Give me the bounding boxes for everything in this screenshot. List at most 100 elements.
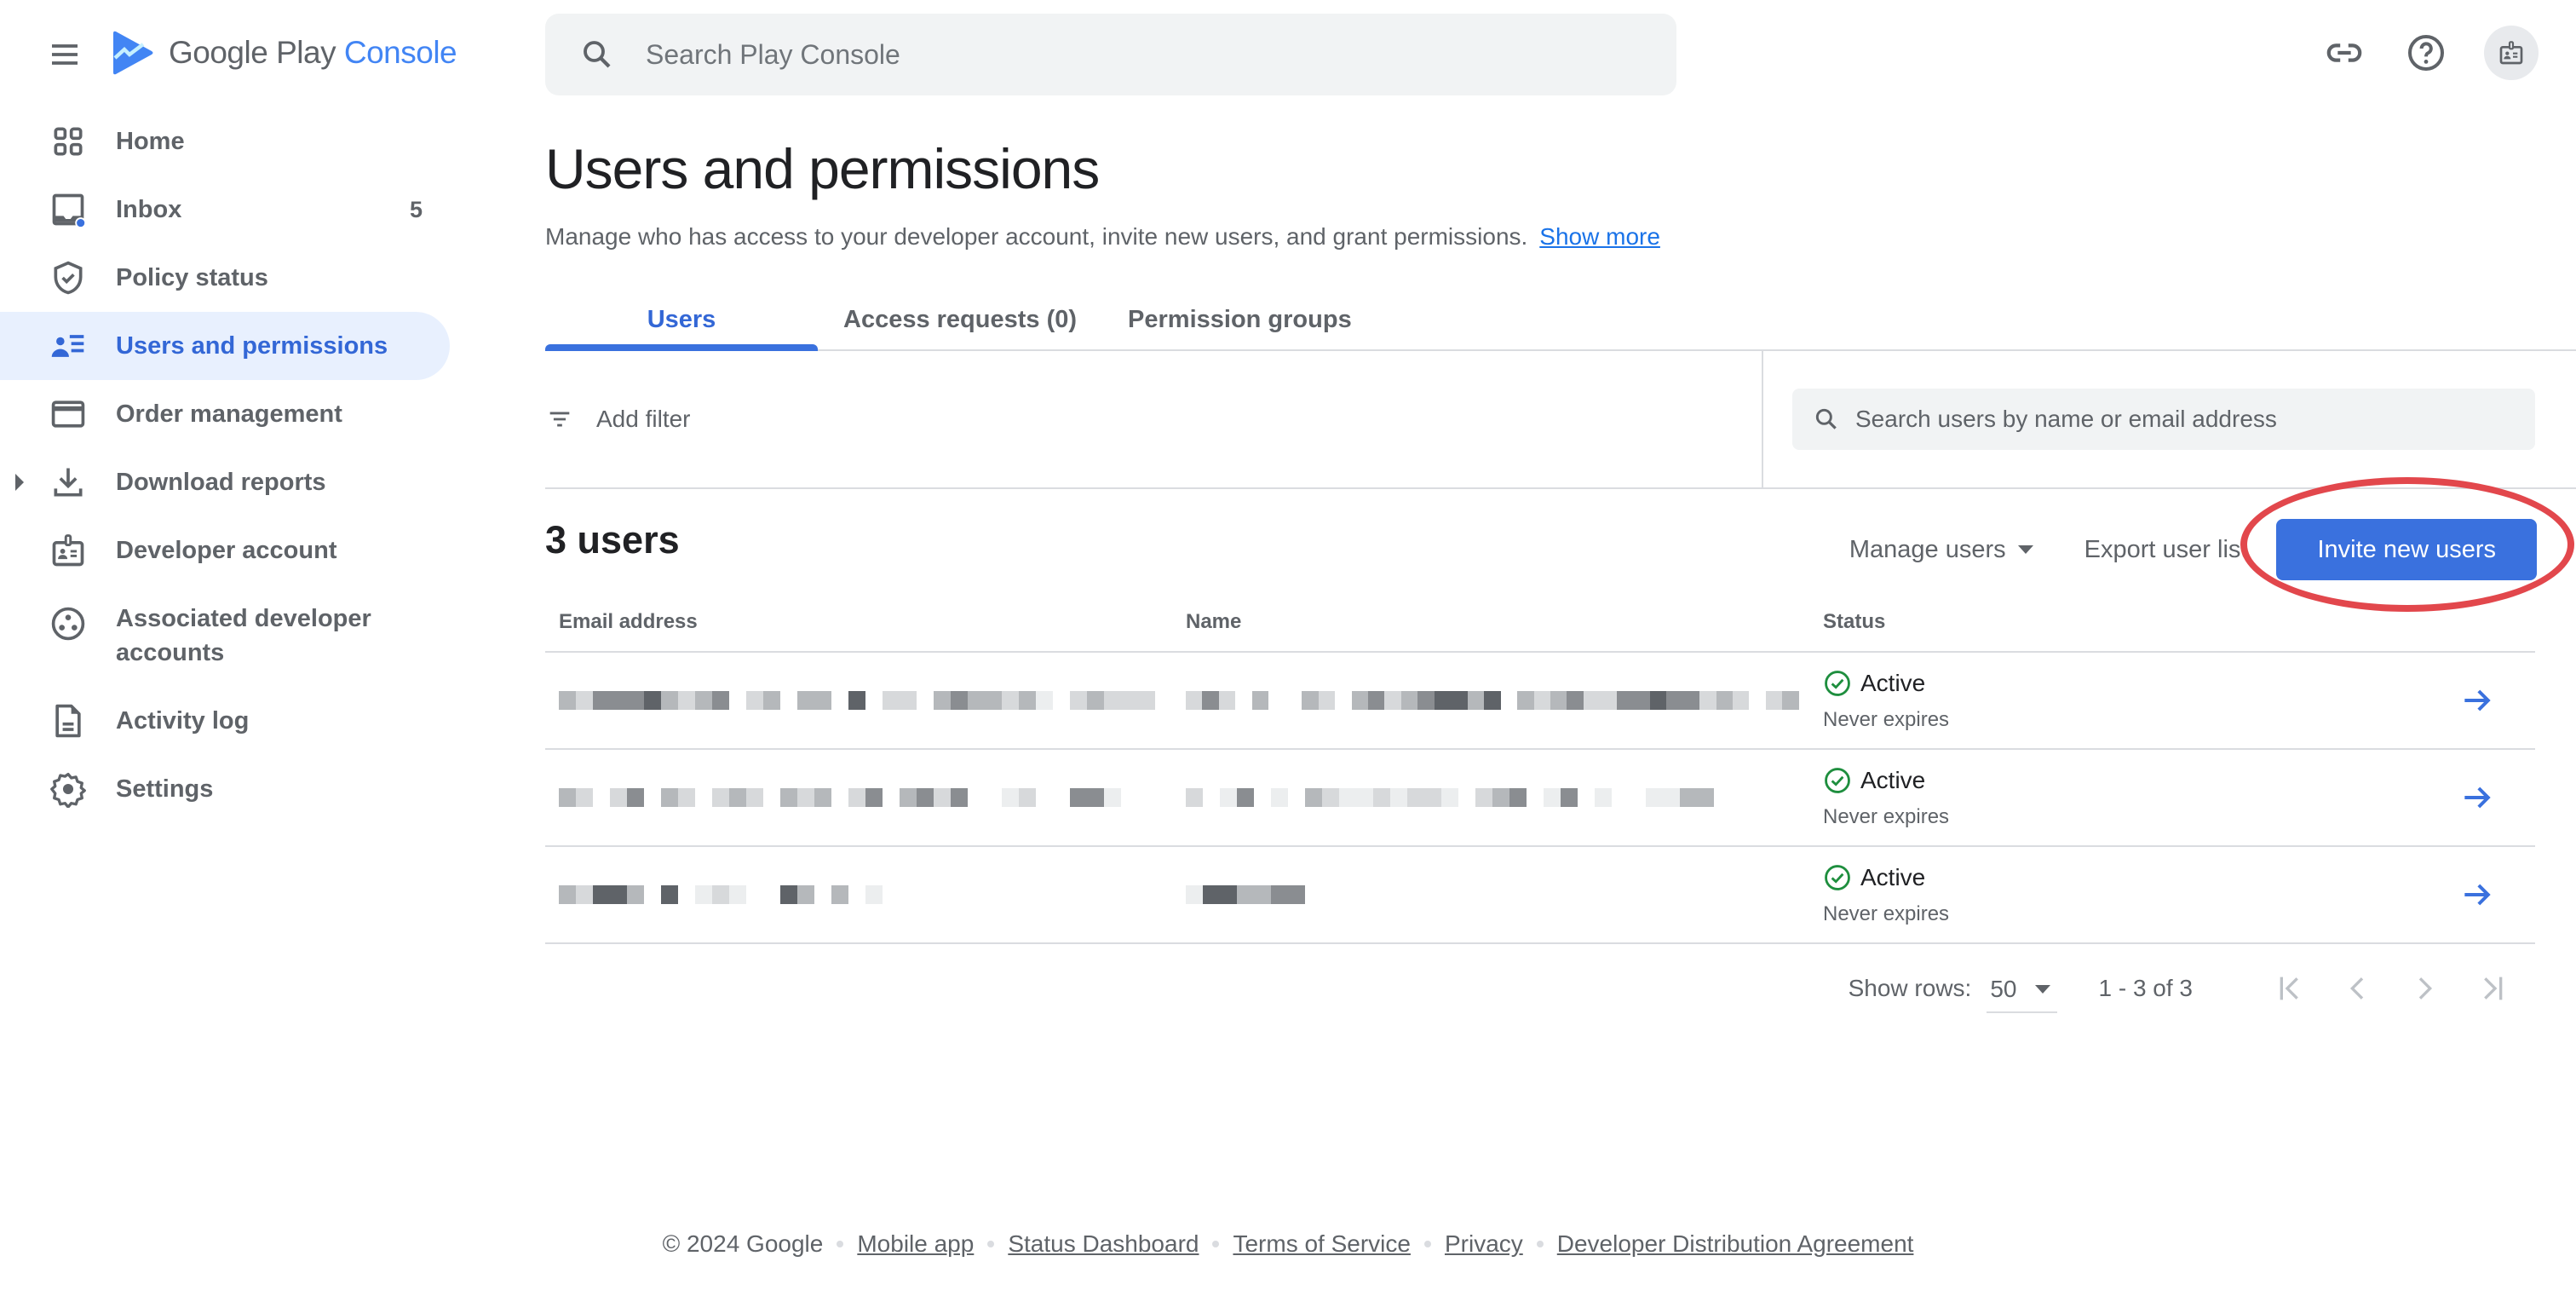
rows-per-page-select[interactable]: 50 [1987, 976, 2058, 1013]
footer-link-status-dashboard[interactable]: Status Dashboard [1008, 1230, 1199, 1258]
help-button[interactable] [2402, 29, 2450, 77]
export-user-list-button[interactable]: Export user list [2084, 536, 2248, 564]
tab-users[interactable]: Users [545, 290, 818, 351]
global-search-input[interactable] [646, 38, 1583, 71]
redaction-pixel [695, 788, 712, 807]
list-actions: Manage users Export user list Invite new… [1849, 519, 2537, 580]
first-page-button[interactable] [2273, 967, 2310, 1010]
invite-new-users-button[interactable]: Invite new users [2276, 519, 2537, 580]
sidebar-item-label: Associated developer accounts [116, 605, 371, 666]
email-cell [545, 690, 1172, 711]
sidebar-item-home[interactable]: Home [0, 107, 450, 176]
sidebar-nav: Home Inbox 5 Policy status Users and per… [0, 107, 460, 823]
footer-link-terms-of-service[interactable]: Terms of Service [1233, 1230, 1411, 1258]
redaction-pixel [1053, 788, 1070, 807]
column-header-email[interactable]: Email address [545, 610, 1172, 634]
sidebar-item-associated-developer-accounts[interactable]: Associated developer accounts [0, 585, 450, 687]
redaction-pixel [712, 691, 729, 710]
previous-page-button[interactable] [2339, 967, 2377, 1010]
redaction-pixel [1441, 788, 1458, 807]
redaction-pixel [1749, 691, 1765, 710]
sidebar-item-settings[interactable]: Settings [0, 755, 450, 823]
column-header-name[interactable]: Name [1172, 610, 1799, 634]
footer-link-mobile-app[interactable]: Mobile app [857, 1230, 974, 1258]
arrow-right-icon[interactable] [2458, 682, 2496, 719]
manage-users-dropdown[interactable]: Manage users [1849, 536, 2033, 564]
last-page-icon [2484, 976, 2503, 1000]
redaction-pixel [1716, 691, 1733, 710]
redaction-pixel [917, 788, 934, 807]
table-row[interactable]: Active Never expires [545, 653, 2535, 750]
redaction-pixel [1384, 691, 1401, 710]
redaction-pixel [559, 885, 576, 904]
play-console-logo[interactable]: Google Play Console [112, 29, 457, 77]
sidebar-item-inbox[interactable]: Inbox 5 [0, 176, 450, 244]
redaction-pixel [763, 691, 780, 710]
group-circle-icon [51, 607, 85, 640]
copy-link-button[interactable] [2320, 29, 2368, 77]
sidebar-item-download-reports[interactable]: Download reports [0, 448, 450, 516]
redaction-pixel [1186, 885, 1203, 904]
check-circle-icon [1825, 865, 1850, 890]
redaction-pixel [712, 885, 729, 904]
next-page-button[interactable] [2406, 967, 2443, 1010]
redaction-pixel [1288, 788, 1305, 807]
arrow-right-icon[interactable] [2458, 779, 2496, 816]
main-menu-button[interactable] [48, 37, 89, 72]
table-row[interactable]: Active Never expires [545, 750, 2535, 847]
redaction-pixel [1285, 691, 1302, 710]
show-more-link[interactable]: Show more [1539, 223, 1660, 250]
sidebar-item-policy-status[interactable]: Policy status [0, 244, 450, 312]
footer-link-privacy[interactable]: Privacy [1445, 1230, 1523, 1258]
caret-down-icon [2017, 545, 2033, 554]
global-search-bar[interactable] [545, 14, 1676, 95]
redacted-email [559, 690, 1172, 711]
page-description: Manage who has access to your developer … [545, 223, 1660, 251]
search-icon [584, 41, 611, 68]
redaction-pixel [729, 885, 746, 904]
redaction-pixel [1484, 691, 1501, 710]
expand-caret-icon[interactable] [15, 474, 24, 491]
redaction-pixel [951, 691, 968, 710]
tab-permission-groups[interactable]: Permission groups [1102, 290, 1377, 349]
redaction-pixel [865, 885, 883, 904]
sidebar-item-activity-log[interactable]: Activity log [0, 687, 450, 755]
sidebar-item-developer-account[interactable]: Developer account [0, 516, 450, 585]
redaction-pixel [1732, 691, 1750, 710]
redaction-pixel [814, 691, 831, 710]
separator-dot [987, 1241, 995, 1247]
redaction-pixel [1019, 691, 1036, 710]
footer-link-developer-distribution-agreement[interactable]: Developer Distribution Agreement [1557, 1230, 1914, 1258]
arrow-right-icon[interactable] [2458, 876, 2496, 913]
redaction-pixel [763, 885, 780, 904]
redacted-name [1186, 884, 1799, 905]
redaction-pixel [1475, 788, 1492, 807]
redaction-pixel [883, 788, 900, 807]
last-page-button[interactable] [2472, 967, 2510, 1010]
play-console-logo-icon [113, 31, 153, 75]
redaction-pixel [1373, 788, 1390, 807]
redaction-pixel [763, 788, 780, 807]
column-header-status[interactable]: Status [1799, 610, 2535, 634]
sidebar-item-label: Settings [116, 775, 214, 803]
tab-access-requests[interactable]: Access requests (0) [818, 290, 1102, 349]
email-cell [545, 884, 1172, 905]
redaction-pixel [1561, 788, 1578, 807]
sidebar-item-users-and-permissions[interactable]: Users and permissions [0, 312, 450, 380]
add-filter-button[interactable]: Add filter [545, 405, 691, 434]
redaction-pixel [576, 788, 593, 807]
sidebar-item-label: Developer account [116, 536, 337, 564]
status-badge: Active [1823, 863, 2535, 892]
redaction-pixel [1019, 788, 1036, 807]
inbox-icon [52, 193, 87, 228]
redaction-pixel [848, 788, 865, 807]
redaction-pixel [968, 788, 985, 807]
user-search-field[interactable] [1792, 389, 2535, 450]
sidebar-item-order-management[interactable]: Order management [0, 380, 450, 448]
user-search-input[interactable] [1855, 406, 2520, 433]
account-avatar-button[interactable] [2484, 26, 2539, 80]
redaction-pixel [1649, 691, 1667, 710]
table-row[interactable]: Active Never expires [545, 847, 2535, 944]
users-count: 3 users [545, 518, 680, 562]
redaction-pixel [1451, 691, 1468, 710]
